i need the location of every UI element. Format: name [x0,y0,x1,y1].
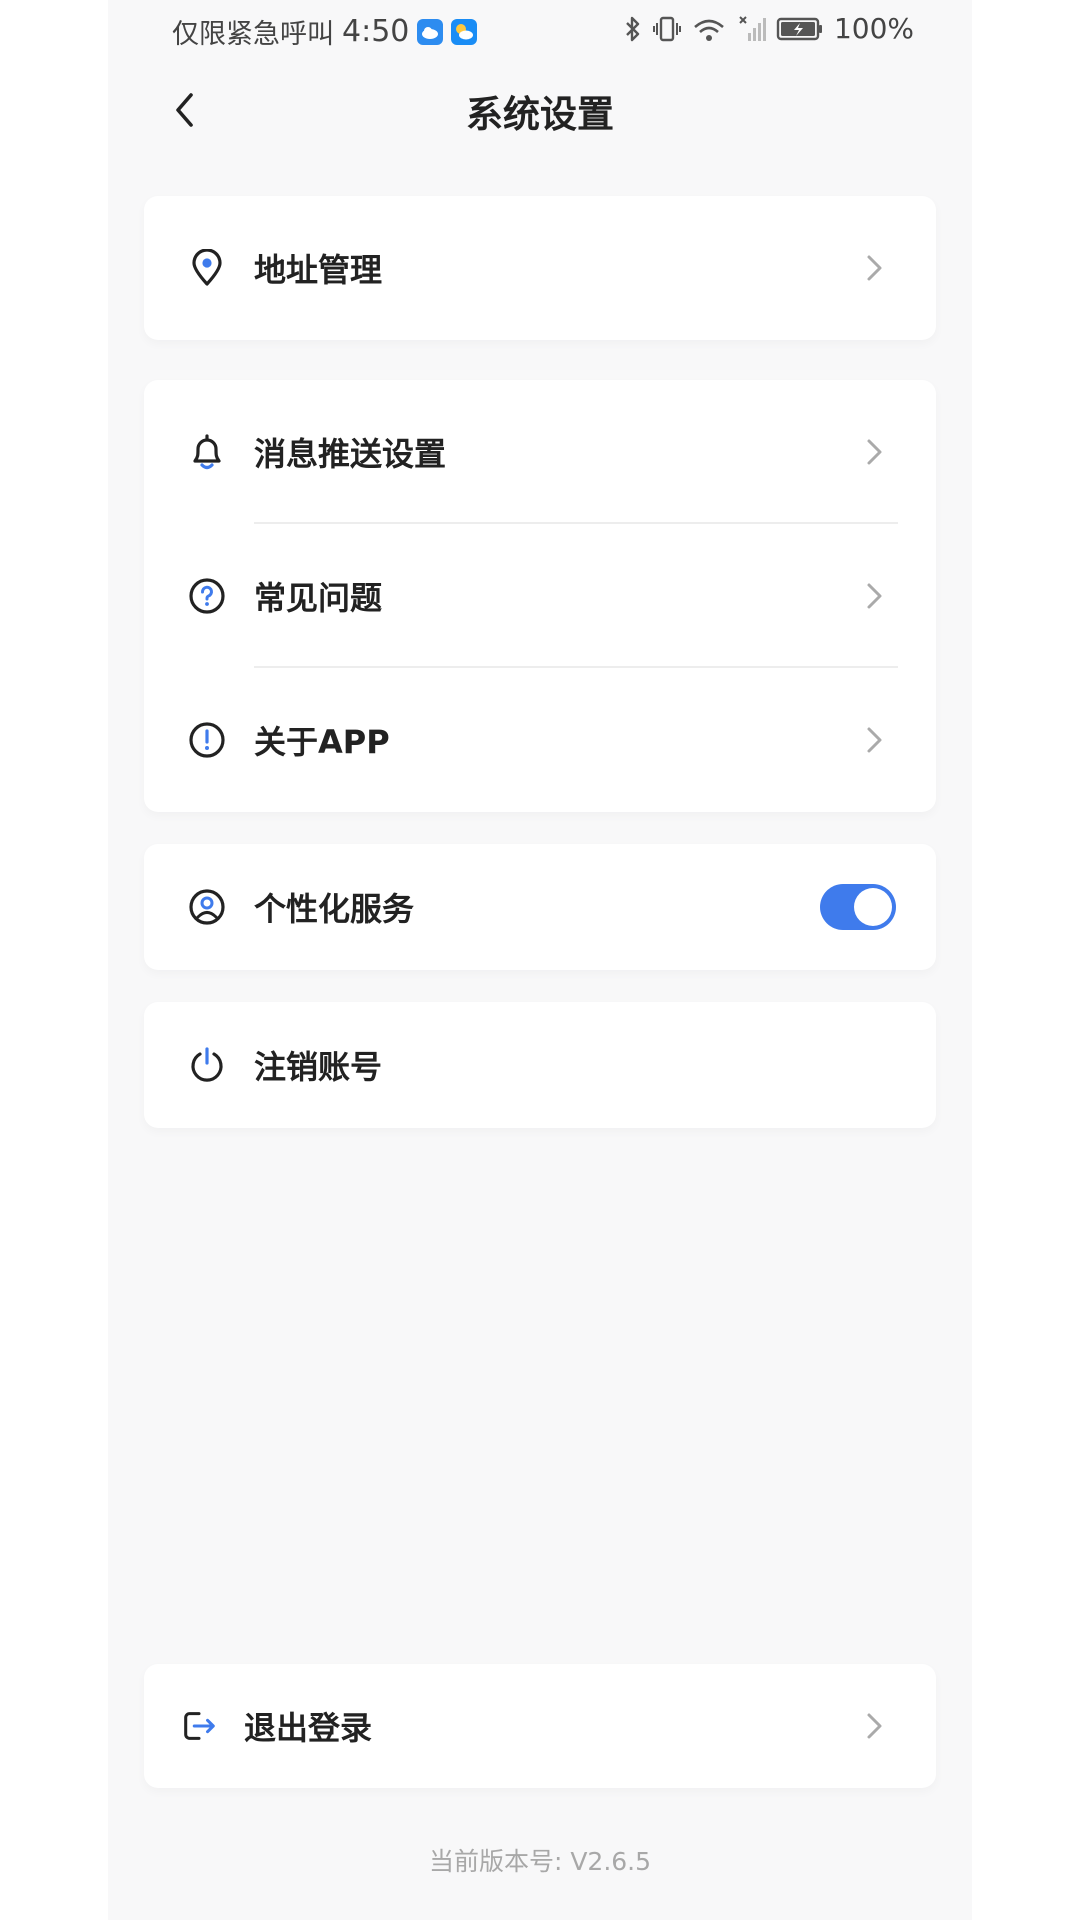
weather-app-icon [451,18,478,45]
clock-text: 4:50 [342,14,410,49]
power-icon [188,1046,226,1084]
row-personalized-service: 个性化服务 [144,844,936,970]
row-push-settings[interactable]: 消息推送设置 [144,380,936,524]
battery-icon [776,15,824,43]
chevron-right-icon [867,727,882,753]
row-label: 消息推送设置 [254,435,447,473]
nav-header: 系统设置 [108,70,972,150]
cloud-app-icon [417,18,444,45]
question-icon [188,577,226,615]
battery-percent: 100% [833,12,914,45]
wifi-icon [692,15,726,43]
bell-icon [188,433,226,471]
row-label: 地址管理 [254,251,383,289]
card-general: 消息推送设置 常见问题 关于APP [144,380,936,812]
chevron-right-icon [867,583,882,609]
personalization-toggle[interactable] [820,884,896,930]
settings-screen: 仅限紧急呼叫 4:50 100% 系统设置 地址管理 消息推送设置 常见问题 关… [108,0,972,1920]
chevron-right-icon [867,255,882,281]
vibrate-icon [652,15,682,43]
row-label: 注销账号 [254,1048,383,1086]
toggle-knob [854,888,892,926]
carrier-text: 仅限紧急呼叫 [172,19,334,50]
page-title: 系统设置 [466,93,614,136]
card-personalization: 个性化服务 [144,844,936,970]
row-address-management[interactable]: 地址管理 [144,196,936,340]
card-address: 地址管理 [144,196,936,340]
version-text: 当前版本号: V2.6.5 [428,1847,652,1876]
logout-label: 退出登录 [244,1709,373,1747]
signal-icon [736,15,766,43]
info-icon [188,721,226,759]
row-label: 关于APP [254,723,390,761]
row-about-app[interactable]: 关于APP [144,668,936,812]
location-icon [188,249,226,287]
logout-icon [180,1707,218,1745]
chevron-right-icon [867,1713,882,1739]
card-deactivate: 注销账号 [144,1002,936,1128]
card-logout: 退出登录 [144,1664,936,1788]
bluetooth-icon [624,15,642,43]
row-faq[interactable]: 常见问题 [144,524,936,668]
status-bar: 仅限紧急呼叫 4:50 100% [108,0,972,60]
row-label: 常见问题 [254,579,383,617]
status-right: 100% [624,12,914,45]
user-circle-icon [188,888,226,926]
row-deactivate-account[interactable]: 注销账号 [144,1002,936,1128]
status-left: 仅限紧急呼叫 4:50 [172,12,478,51]
logout-button[interactable]: 退出登录 [144,1664,936,1788]
row-label: 个性化服务 [254,890,415,928]
chevron-right-icon [867,439,882,465]
